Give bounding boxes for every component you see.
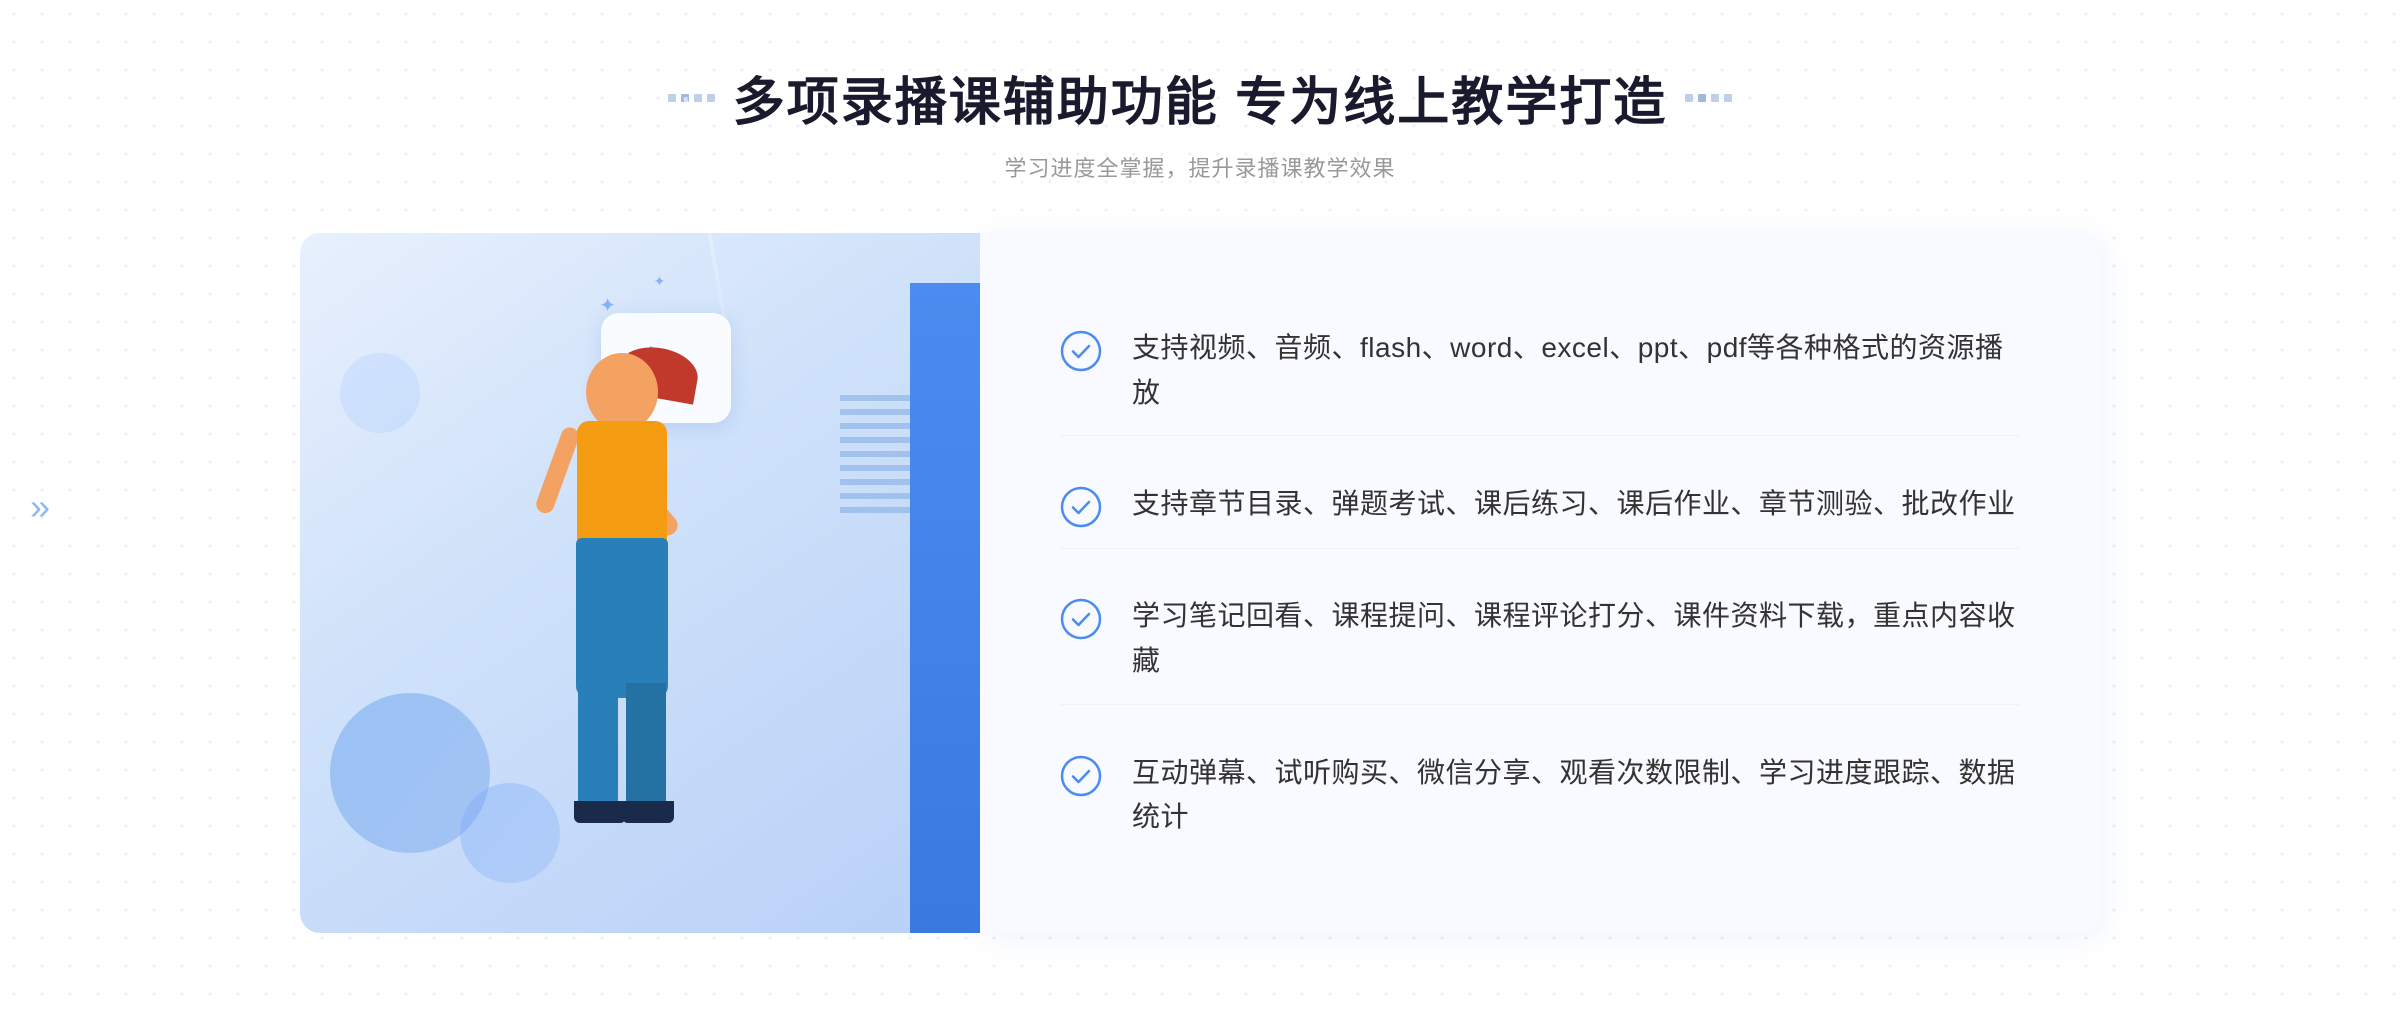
- dot-5: [1685, 94, 1693, 102]
- check-icon-3: [1060, 598, 1102, 640]
- content-area: ✦ ✦: [300, 233, 2100, 933]
- main-title: 多项录播课辅助功能 专为线上教学打造: [733, 60, 1667, 135]
- figure-leg-left: [578, 683, 618, 813]
- feature-item-1: 支持视频、音频、flash、word、excel、ppt、pdf等各种格式的资源…: [1060, 306, 2020, 437]
- title-decorator-right: [1685, 94, 1732, 102]
- dot-6: [1698, 94, 1706, 102]
- figure-torso: [577, 421, 667, 551]
- figure-illustration: [442, 353, 802, 933]
- feature-text-4: 互动弹幕、试听购买、微信分享、观看次数限制、学习进度跟踪、数据统计: [1132, 751, 2020, 841]
- figure-head: [586, 353, 658, 431]
- figure-leg-right: [626, 683, 666, 813]
- feature-item-4: 互动弹幕、试听购买、微信分享、观看次数限制、学习进度跟踪、数据统计: [1060, 731, 2020, 861]
- feature-item-3: 学习笔记回看、课程提问、课程评论打分、课件资料下载，重点内容收藏: [1060, 574, 2020, 705]
- feature-item-2: 支持章节目录、弹题考试、课后练习、课后作业、章节测验、批改作业: [1060, 462, 2020, 549]
- figure-pants: [576, 538, 668, 698]
- illustration-panel: ✦ ✦: [300, 233, 980, 933]
- figure-arm-left: [534, 425, 582, 516]
- header-section: 多项录播课辅助功能 专为线上教学打造 学习进度全掌握，提升录播课教学效果: [668, 60, 1732, 183]
- blue-accent-bar: [910, 283, 980, 933]
- subtitle: 学习进度全掌握，提升录播课教学效果: [668, 151, 1732, 183]
- dot-7: [1711, 94, 1719, 102]
- page-wrapper: » 多项录播课辅助功能 专为线上教学打造 学习进度全掌握，提升录播课教学效果: [0, 0, 2400, 1013]
- figure-shoe-left: [574, 801, 626, 823]
- dot-8: [1724, 94, 1732, 102]
- person-figure: [522, 353, 722, 833]
- title-row: 多项录播课辅助功能 专为线上教学打造: [668, 60, 1732, 135]
- deco-star-1: ✦: [599, 293, 616, 318]
- feature-text-1: 支持视频、音频、flash、word、excel、ppt、pdf等各种格式的资源…: [1132, 326, 2020, 416]
- figure-shoe-right: [622, 801, 674, 823]
- check-icon-4: [1060, 755, 1102, 797]
- feature-text-3: 学习笔记回看、课程提问、课程评论打分、课件资料下载，重点内容收藏: [1132, 594, 2020, 684]
- title-decorator-left: [668, 94, 715, 102]
- deco-star-2: ✦: [654, 273, 666, 290]
- dot-4: [707, 94, 715, 102]
- feature-text-2: 支持章节目录、弹题考试、课后练习、课后作业、章节测验、批改作业: [1132, 482, 2016, 527]
- features-panel: 支持视频、音频、flash、word、excel、ppt、pdf等各种格式的资源…: [980, 233, 2100, 933]
- dot-3: [694, 94, 702, 102]
- deco-stripes: [840, 393, 920, 513]
- deco-circle-top: [340, 353, 420, 433]
- dot-1: [668, 94, 676, 102]
- check-icon-1: [1060, 330, 1102, 372]
- chevron-left-icon: »: [30, 489, 50, 525]
- check-icon-2: [1060, 486, 1102, 528]
- left-arrows-decoration: »: [30, 489, 50, 525]
